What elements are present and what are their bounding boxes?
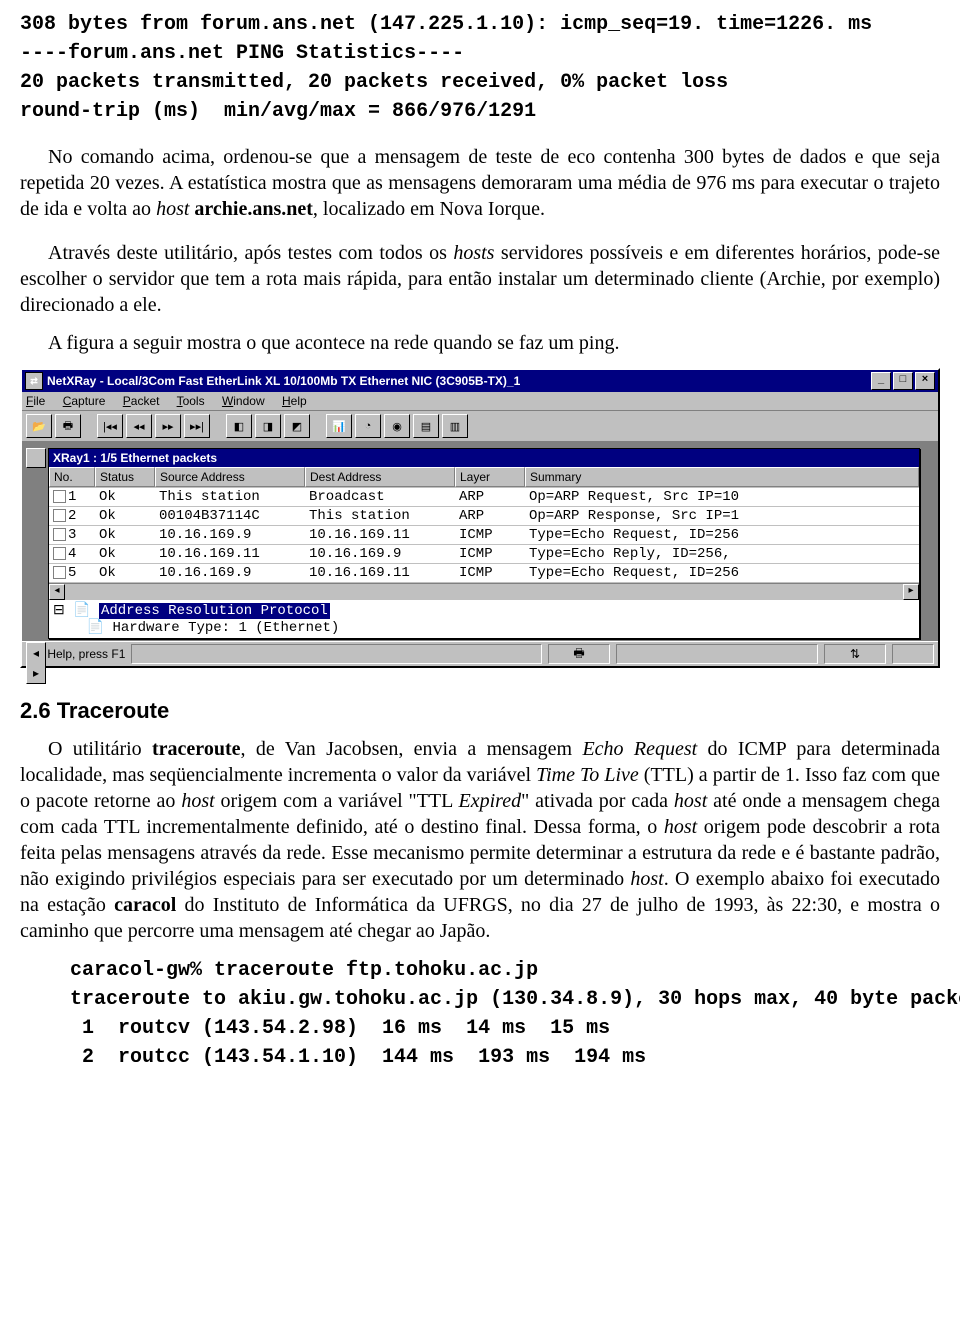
- chart-icon[interactable]: 📊: [326, 414, 352, 438]
- paragraph-3: A figura a seguir mostra o que acontece …: [20, 330, 940, 356]
- toolbar: 📂 🖶 |◂◂ ◂◂ ▸▸ ▸▸| ◧ ◨ ◩ 📊 ◔ ◉ ▤ ▥: [22, 411, 938, 442]
- menu-capture[interactable]: Capture: [63, 394, 106, 408]
- status-pane-net: ⇅: [824, 644, 886, 664]
- window-title: NetXRay - Local/3Com Fast EtherLink XL 1…: [47, 374, 869, 388]
- app-icon: ⇄: [25, 372, 43, 390]
- col-layer[interactable]: Layer: [455, 467, 525, 487]
- print-icon[interactable]: 🖶: [55, 414, 81, 438]
- sidebar-handle[interactable]: [26, 448, 46, 468]
- menu-window[interactable]: Window: [222, 394, 265, 408]
- col-summary[interactable]: Summary: [525, 467, 919, 487]
- col-status[interactable]: Status: [95, 467, 155, 487]
- paragraph-1: No comando acima, ordenou-se que a mensa…: [20, 144, 940, 222]
- tool12-icon[interactable]: ▥: [442, 414, 468, 438]
- table-row[interactable]: 1OkThis stationBroadcastARPOp=ARP Reques…: [49, 488, 919, 507]
- status-pane-2: [892, 644, 934, 664]
- last-icon[interactable]: ▸▸|: [184, 414, 210, 438]
- table-row[interactable]: 3Ok10.16.169.910.16.169.11ICMPType=Echo …: [49, 526, 919, 545]
- ping-output: 308 bytes from forum.ans.net (147.225.1.…: [20, 10, 940, 126]
- col-src[interactable]: Source Address: [155, 467, 305, 487]
- status-pane: [616, 644, 818, 664]
- doc-title[interactable]: XRay1 : 1/5 Ethernet packets: [49, 449, 919, 467]
- open-icon[interactable]: 📂: [26, 414, 52, 438]
- hscrollbar[interactable]: ◂ ▸: [49, 583, 919, 600]
- first-icon[interactable]: |◂◂: [97, 414, 123, 438]
- section-heading: 2.6 Traceroute: [20, 698, 940, 724]
- grid-header: No. Status Source Address Dest Address L…: [49, 467, 919, 488]
- tool11-icon[interactable]: ▤: [413, 414, 439, 438]
- tool7-icon[interactable]: ◩: [284, 414, 310, 438]
- tool6-icon[interactable]: ◨: [255, 414, 281, 438]
- packet-list-window: XRay1 : 1/5 Ethernet packets No. Status …: [48, 448, 920, 639]
- menubar: File Capture Packet Tools Window Help: [22, 392, 938, 411]
- menu-file[interactable]: File: [26, 394, 45, 408]
- traceroute-para: O utilitário traceroute, de Van Jacobsen…: [20, 736, 940, 944]
- close-button[interactable]: ×: [915, 372, 935, 390]
- table-row[interactable]: 4Ok10.16.169.1110.16.169.9ICMPType=Echo …: [49, 545, 919, 564]
- status-pane-print: 🖶: [548, 644, 610, 664]
- menu-help[interactable]: Help: [282, 394, 307, 408]
- col-no[interactable]: No.: [49, 467, 95, 487]
- tool5-icon[interactable]: ◧: [226, 414, 252, 438]
- netxray-window: ⇄ NetXRay - Local/3Com Fast EtherLink XL…: [20, 368, 940, 668]
- menu-packet[interactable]: Packet: [123, 394, 160, 408]
- scroll-left-icon[interactable]: ◂: [49, 584, 65, 600]
- decode-tree[interactable]: ⊟ 📄 Address Resolution Protocol 📄 Hardwa…: [49, 600, 919, 638]
- pie-icon[interactable]: ◔: [355, 414, 381, 438]
- traceroute-output: caracol-gw% traceroute ftp.tohoku.ac.jp …: [70, 956, 940, 1072]
- scroll-right-icon[interactable]: ▸: [903, 584, 919, 600]
- maximize-button[interactable]: □: [893, 372, 913, 390]
- sidebar-handle-2[interactable]: ◂▸: [26, 642, 46, 684]
- next-icon[interactable]: ▸▸: [155, 414, 181, 438]
- paragraph-2: Através deste utilitário, após testes co…: [20, 240, 940, 318]
- table-row[interactable]: 2Ok00104B37114CThis stationARPOp=ARP Res…: [49, 507, 919, 526]
- col-dst[interactable]: Dest Address: [305, 467, 455, 487]
- node-icon[interactable]: ◉: [384, 414, 410, 438]
- prev-icon[interactable]: ◂◂: [126, 414, 152, 438]
- menu-tools[interactable]: Tools: [177, 394, 205, 408]
- minimize-button[interactable]: _: [871, 372, 891, 390]
- statusbar: For Help, press F1 🖶 ⇅: [22, 641, 938, 666]
- table-row[interactable]: 5Ok10.16.169.910.16.169.11ICMPType=Echo …: [49, 564, 919, 583]
- titlebar[interactable]: ⇄ NetXRay - Local/3Com Fast EtherLink XL…: [22, 370, 938, 392]
